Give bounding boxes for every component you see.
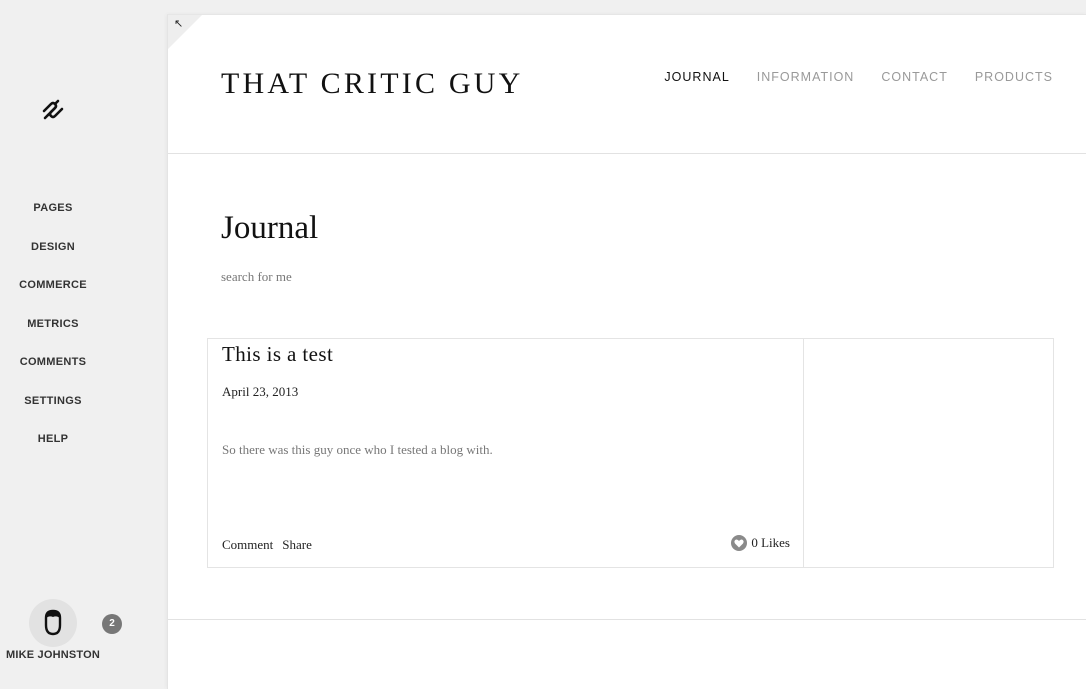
page-description: search for me — [221, 269, 292, 284]
page-title: Journal — [221, 210, 319, 246]
share-link[interactable]: Share — [282, 537, 312, 553]
blog-post: This is a test April 23, 2013 So there w… — [208, 339, 804, 567]
sidebar-item-metrics[interactable]: METRICS — [0, 315, 106, 354]
notification-badge[interactable]: 2 — [102, 614, 122, 634]
site-preview: ↖ THAT CRITIC GUY JOURNAL INFORMATION CO… — [167, 14, 1086, 689]
sidebar-item-comments[interactable]: COMMENTS — [0, 353, 106, 392]
likes-count: 0 Likes — [751, 535, 790, 550]
header-divider — [168, 153, 1086, 154]
like-button[interactable]: 0 Likes — [731, 535, 790, 551]
post-grid: This is a test April 23, 2013 So there w… — [207, 338, 1054, 568]
site-title[interactable]: THAT CRITIC GUY — [221, 67, 523, 101]
comment-link[interactable]: Comment — [222, 537, 273, 553]
sidebar-item-commerce[interactable]: COMMERCE — [0, 276, 106, 315]
collapse-arrow-icon[interactable]: ↖ — [174, 19, 183, 30]
footer-divider — [168, 619, 1086, 620]
post-title[interactable]: This is a test — [222, 342, 333, 367]
avatar[interactable] — [29, 599, 77, 647]
site-nav-products[interactable]: PRODUCTS — [975, 70, 1053, 84]
site-nav: JOURNAL INFORMATION CONTACT PRODUCTS — [664, 70, 1053, 84]
site-nav-information[interactable]: INFORMATION — [757, 70, 855, 84]
sidebar: PAGES DESIGN COMMERCE METRICS COMMENTS S… — [0, 0, 167, 688]
sidebar-item-help[interactable]: HELP — [0, 430, 106, 469]
sidebar-nav: PAGES DESIGN COMMERCE METRICS COMMENTS S… — [0, 199, 106, 469]
squarespace-logo-icon[interactable] — [40, 99, 66, 121]
heart-icon — [731, 535, 748, 551]
sidebar-item-design[interactable]: DESIGN — [0, 238, 106, 277]
post-excerpt: So there was this guy once who I tested … — [222, 442, 493, 457]
site-nav-contact[interactable]: CONTACT — [881, 70, 948, 84]
post-date: April 23, 2013 — [222, 384, 299, 399]
site-nav-journal[interactable]: JOURNAL — [664, 70, 729, 84]
post-actions: Comment Share — [222, 537, 312, 553]
sidebar-item-pages[interactable]: PAGES — [0, 199, 106, 238]
user-avatar-icon — [44, 609, 62, 636]
sidebar-item-settings[interactable]: SETTINGS — [0, 392, 106, 431]
user-name[interactable]: MIKE JOHNSTON — [0, 649, 106, 661]
empty-grid-cell — [804, 339, 1053, 567]
